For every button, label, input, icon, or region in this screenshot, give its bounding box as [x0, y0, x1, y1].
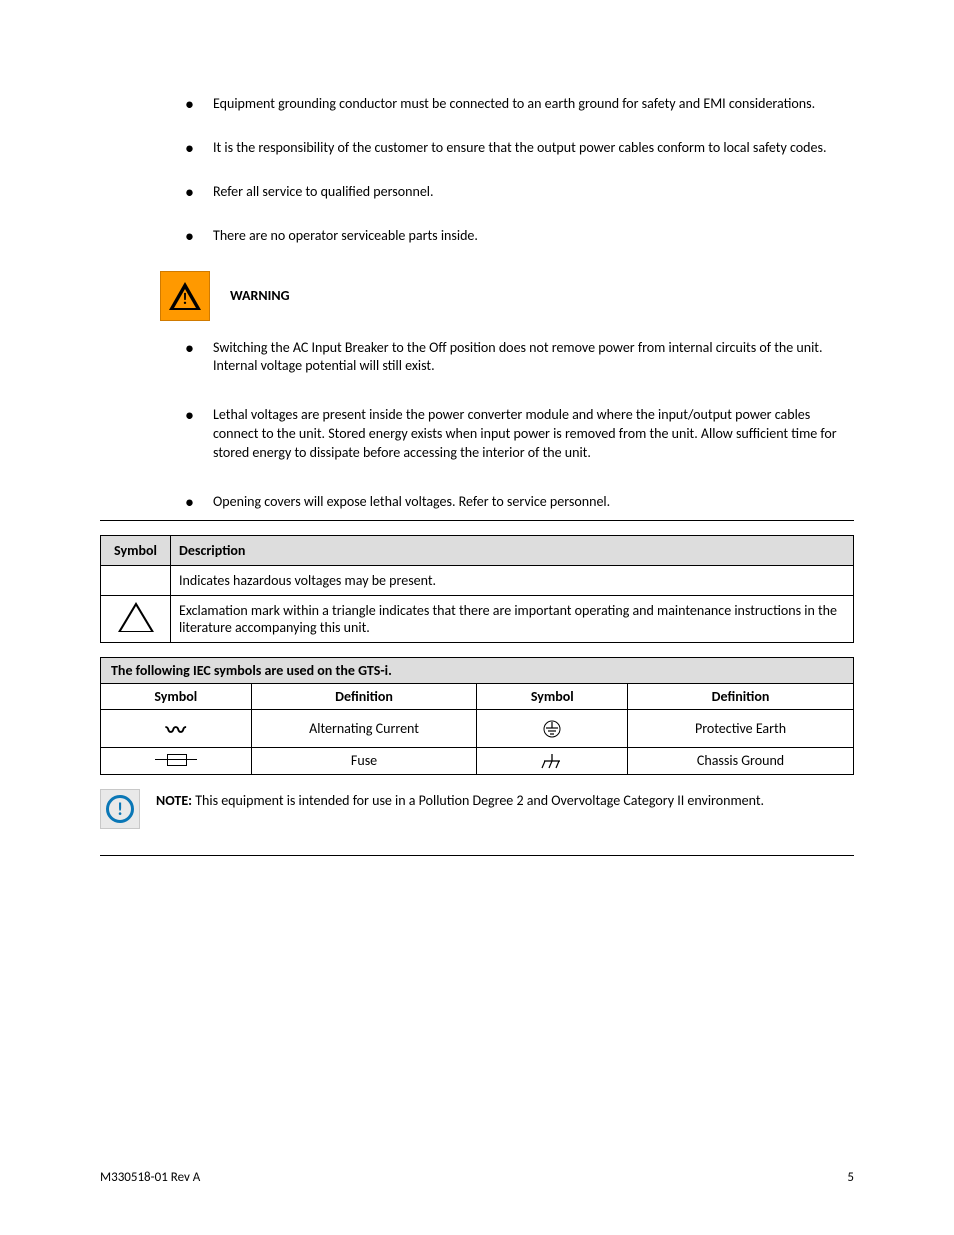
protective-earth-icon — [542, 719, 562, 736]
warning-icon: ! — [160, 271, 210, 321]
note-icon: ! — [100, 789, 140, 829]
footer-left: M330518-01 Rev A — [100, 1170, 200, 1185]
bullet-text: Refer all service to qualified personnel… — [213, 183, 434, 200]
def-cell: Fuse — [251, 747, 477, 774]
warning-block: ! WARNING — [160, 271, 854, 321]
symbol-cell — [101, 747, 252, 774]
bullet-text: There are no operator serviceable parts … — [213, 227, 478, 244]
page-footer: M330518-01 Rev A 5 — [100, 1170, 854, 1185]
list-item: Equipment grounding conductor must be co… — [185, 95, 854, 114]
table-row: 〰 Alternating Current Protective Earth — [101, 709, 854, 747]
def-cell: Alternating Current — [251, 709, 477, 747]
table-row: Fuse Chassis Ground — [101, 747, 854, 774]
list-item: It is the responsibility of the customer… — [185, 139, 854, 158]
list-item: There are no operator serviceable parts … — [185, 227, 854, 246]
bullet-text: Switching the AC Input Breaker to the Of… — [213, 339, 823, 375]
table-row: Exclamation mark within a triangle indic… — [101, 595, 854, 642]
footer-page-number: 5 — [847, 1170, 854, 1185]
note-text: NOTE: This equipment is intended for use… — [156, 789, 764, 811]
col-header: Symbol — [101, 535, 171, 565]
note-block: ! NOTE: This equipment is intended for u… — [100, 789, 854, 829]
note-body: This equipment is intended for use in a … — [195, 792, 764, 809]
list-item: Lethal voltages are present inside the p… — [185, 406, 854, 463]
chassis-ground-icon — [540, 752, 564, 769]
list-item: Opening covers will expose lethal voltag… — [185, 493, 854, 512]
table-title-row: The following IEC symbols are used on th… — [101, 657, 854, 683]
document-page: Equipment grounding conductor must be co… — [0, 0, 954, 1235]
symbol-cell — [101, 595, 171, 642]
iec-symbols-table: The following IEC symbols are used on th… — [100, 657, 854, 775]
bullet-group-2: Switching the AC Input Breaker to the Of… — [185, 339, 854, 512]
desc-cell: Indicates hazardous voltages may be pres… — [171, 565, 854, 595]
col-header: Symbol — [477, 683, 628, 709]
triangle-icon — [118, 602, 154, 632]
bullet-text: Opening covers will expose lethal voltag… — [213, 493, 610, 510]
desc-cell: Exclamation mark within a triangle indic… — [171, 595, 854, 642]
bullet-group-1: Equipment grounding conductor must be co… — [185, 95, 854, 246]
warning-label: WARNING — [230, 287, 290, 304]
symbol-cell — [477, 709, 628, 747]
divider-line — [100, 520, 854, 521]
note-label: NOTE: — [156, 792, 192, 809]
bullet-text: Equipment grounding conductor must be co… — [213, 95, 815, 112]
table-row: Indicates hazardous voltages may be pres… — [101, 565, 854, 595]
col-header: Definition — [251, 683, 477, 709]
hazard-explanation-table: Symbol Description Indicates hazardous v… — [100, 535, 854, 643]
table-header-row: Symbol Description — [101, 535, 854, 565]
def-cell: Protective Earth — [628, 709, 854, 747]
table-title: The following IEC symbols are used on th… — [101, 657, 854, 683]
list-item: Switching the AC Input Breaker to the Of… — [185, 339, 854, 377]
def-cell: Chassis Ground — [628, 747, 854, 774]
symbol-cell — [477, 747, 628, 774]
bullet-text: It is the responsibility of the customer… — [213, 139, 826, 156]
col-header: Description — [171, 535, 854, 565]
divider-line — [100, 855, 854, 856]
info-circle-icon: ! — [106, 795, 134, 823]
symbol-cell: 〰 — [101, 709, 252, 747]
bullet-text: Lethal voltages are present inside the p… — [213, 406, 837, 461]
ac-icon: 〰 — [166, 719, 186, 743]
fuse-icon — [155, 753, 197, 765]
symbol-cell — [101, 565, 171, 595]
list-item: Refer all service to qualified personnel… — [185, 183, 854, 202]
col-header: Symbol — [101, 683, 252, 709]
table-header-row: Symbol Definition Symbol Definition — [101, 683, 854, 709]
col-header: Definition — [628, 683, 854, 709]
